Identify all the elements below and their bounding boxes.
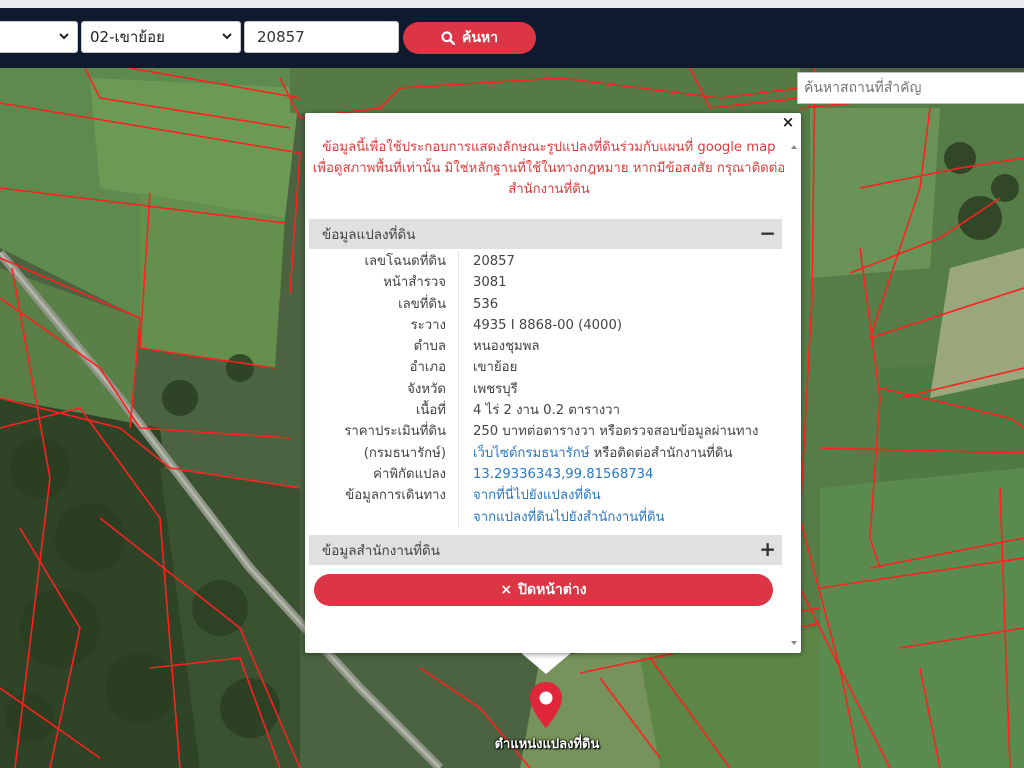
row-label: อำเภอ bbox=[309, 357, 459, 379]
province-select[interactable] bbox=[0, 21, 78, 53]
disclaimer-text: ข้อมูลนี้เพื่อใช้ประกอบการแสดงลักษณะรูปแ… bbox=[312, 140, 786, 197]
survey-page-row: หน้าสำรวจ 3081 bbox=[309, 272, 782, 294]
parcel-info-section-header[interactable]: ข้อมูลแปลงที่ดิน − bbox=[309, 219, 782, 249]
row-label: ค่าพิกัดแปลง bbox=[309, 463, 459, 486]
parcel-info-popup: × ข้อมูลนี้เพื่อใช้ประกอบการแสดงลักษณะรู… bbox=[305, 113, 801, 653]
row-value: 536 bbox=[473, 296, 499, 312]
close-icon[interactable]: × bbox=[781, 113, 795, 131]
appraisal-row: ราคาประเมินที่ดิน 250 บาทต่อตารางวา หรือ… bbox=[309, 421, 782, 443]
row-label: ตำบล bbox=[309, 336, 459, 358]
collapse-icon[interactable]: − bbox=[759, 221, 776, 245]
chevron-down-icon bbox=[59, 33, 69, 40]
row-value: 4935 I 8868-00 (4000) bbox=[473, 317, 622, 333]
browser-top-strip bbox=[0, 0, 1024, 8]
map-marker-icon[interactable] bbox=[528, 680, 564, 730]
treasury-row: (กรมธนารักษ์) เว็บไซต์กรมธนารักษ์ หรือติ… bbox=[309, 442, 782, 464]
district-select-value: 02-เขาย้อย bbox=[90, 28, 165, 46]
row-value: เขาย้อย bbox=[473, 360, 518, 376]
row-label: เลขที่ดิน bbox=[309, 293, 459, 315]
row-label: (กรมธนารักษ์) bbox=[309, 442, 459, 464]
row-value: 13.29336343,99.81568734 bbox=[459, 464, 653, 485]
parcel-info-table: เลขโฉนดที่ดิน 20857 หน้าสำรวจ 3081 เลขที… bbox=[309, 251, 782, 528]
coordinates-row: ค่าพิกัดแปลง 13.29336343,99.81568734 bbox=[309, 463, 782, 486]
row-label: เนื้อที่ bbox=[309, 400, 459, 422]
row-value: เว็บไซต์กรมธนารักษ์ หรือติดต่อสำนักงานที… bbox=[459, 443, 733, 464]
marker-label: ตำแหน่งแปลงที่ดิน bbox=[494, 737, 600, 752]
map-sheet-row: ระวาง 4935 I 8868-00 (4000) bbox=[309, 314, 782, 337]
search-icon bbox=[441, 31, 455, 45]
row-value: 3081 bbox=[473, 275, 507, 291]
travel-row: ข้อมูลการเดินทาง จากที่นี่ไปยังแปลงที่ดิ… bbox=[309, 485, 782, 507]
row-label-empty bbox=[309, 506, 459, 528]
directions-to-parcel-link[interactable]: จากที่นี่ไปยังแปลงที่ดิน bbox=[473, 488, 601, 503]
top-search-bar: 02-เขาย้อย ค้นหา bbox=[0, 0, 1024, 68]
landmark-search-input[interactable] bbox=[797, 72, 1024, 104]
scroll-down-icon[interactable] bbox=[791, 641, 797, 645]
travel-row-2: จากแปลงที่ดินไปยังสำนักงานที่ดิน bbox=[309, 506, 782, 528]
row-value: เพชรบุรี bbox=[473, 381, 518, 397]
row-label: ราคาประเมินที่ดิน bbox=[309, 421, 459, 443]
row-label: จังหวัด bbox=[309, 378, 459, 401]
area-row: เนื้อที่ 4 ไร่ 2 งาน 0.2 ตารางวา bbox=[309, 400, 782, 422]
land-office-section-header[interactable]: ข้อมูลสำนักงานที่ดิน + bbox=[309, 535, 782, 565]
coordinates-link[interactable]: 13.29336343,99.81568734 bbox=[473, 467, 653, 482]
row-label: ข้อมูลการเดินทาง bbox=[309, 485, 459, 507]
row-value: 250 บาทต่อตารางวา หรือตรวจสอบข้อมูลผ่านท… bbox=[473, 424, 759, 440]
deed-number-row: เลขโฉนดที่ดิน 20857 bbox=[309, 251, 782, 273]
popup-pointer bbox=[520, 652, 572, 674]
row-value: 20857 bbox=[473, 254, 515, 269]
subdistrict-row: ตำบล หนองชุมพล bbox=[309, 336, 782, 358]
row-value: จากแปลงที่ดินไปยังสำนักงานที่ดิน bbox=[459, 507, 665, 528]
parcel-info-section-title: ข้อมูลแปลงที่ดิน bbox=[322, 227, 416, 243]
province-row: จังหวัด เพชรบุรี bbox=[309, 378, 782, 401]
parcel-number-input[interactable] bbox=[244, 21, 399, 53]
treasury-suffix: หรือติดต่อสำนักงานที่ดิน bbox=[589, 445, 733, 461]
search-button-label: ค้นหา bbox=[461, 30, 499, 46]
row-label: ระวาง bbox=[309, 314, 459, 337]
land-office-section-title: ข้อมูลสำนักงานที่ดิน bbox=[322, 543, 441, 559]
expand-icon[interactable]: + bbox=[759, 537, 776, 561]
popup-scrollbar[interactable] bbox=[789, 139, 799, 649]
row-label: เลขโฉนดที่ดิน bbox=[309, 251, 459, 273]
row-value: จากที่นี่ไปยังแปลงที่ดิน bbox=[459, 485, 601, 506]
treasury-website-link[interactable]: เว็บไซต์กรมธนารักษ์ bbox=[473, 446, 589, 461]
close-window-label: ปิดหน้าต่าง bbox=[518, 582, 587, 598]
district-select[interactable]: 02-เขาย้อย bbox=[81, 21, 241, 53]
row-label: หน้าสำรวจ bbox=[309, 272, 459, 294]
row-value: หนองชุมพล bbox=[473, 339, 540, 355]
directions-to-office-link[interactable]: จากแปลงที่ดินไปยังสำนักงานที่ดิน bbox=[473, 510, 665, 525]
district-row: อำเภอ เขาย้อย bbox=[309, 357, 782, 379]
search-button[interactable]: ค้นหา bbox=[403, 22, 536, 54]
land-number-row: เลขที่ดิน 536 bbox=[309, 293, 782, 315]
close-window-button[interactable]: × ปิดหน้าต่าง bbox=[314, 574, 773, 606]
row-value: 4 ไร่ 2 งาน 0.2 ตารางวา bbox=[473, 403, 620, 419]
scroll-up-icon[interactable] bbox=[791, 145, 797, 149]
close-icon: × bbox=[500, 582, 513, 598]
chevron-down-icon bbox=[222, 33, 232, 40]
